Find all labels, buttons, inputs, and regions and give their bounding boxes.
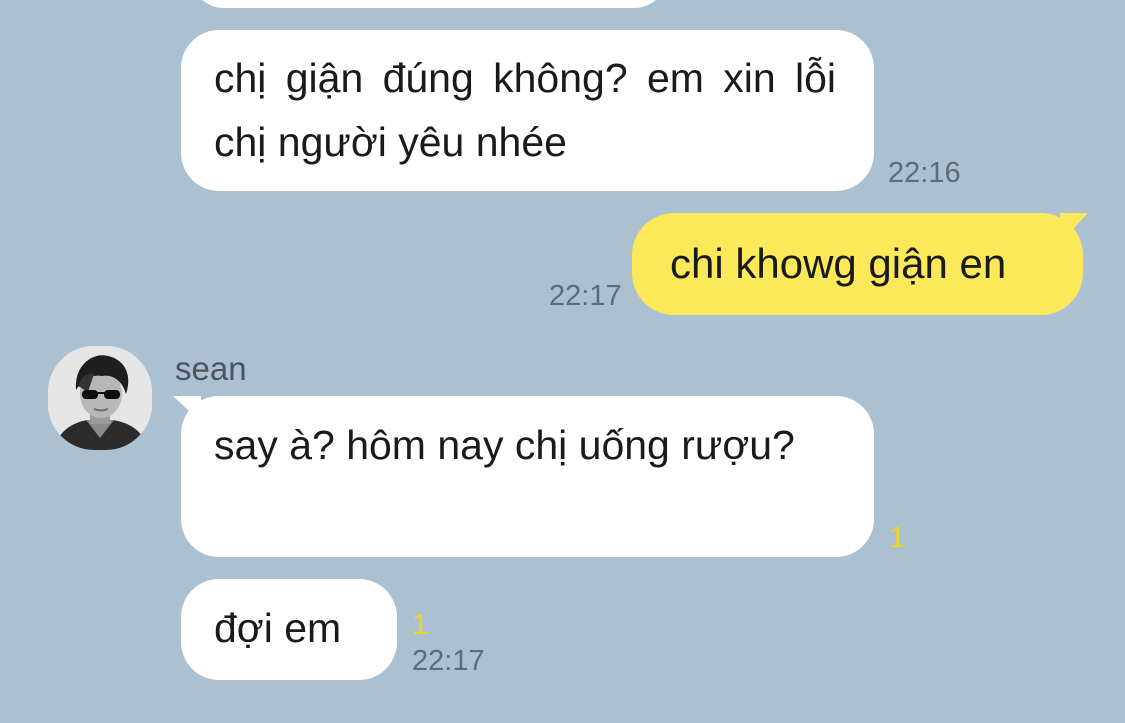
message-text: chị giận đúng không? em xin lỗi chị ngườ… bbox=[214, 55, 836, 165]
unread-count-badge: 1 bbox=[412, 609, 429, 641]
message-bubble-incoming[interactable]: say à? hôm nay chị uống rượu? bbox=[181, 396, 874, 557]
avatar-photo-icon bbox=[48, 346, 152, 450]
unread-count-badge: 1 bbox=[889, 522, 906, 554]
sender-avatar[interactable] bbox=[48, 346, 152, 450]
message-text: đợi em bbox=[214, 605, 342, 651]
sender-name[interactable]: sean bbox=[175, 350, 247, 388]
message-text: say à? hôm nay chị uống rượu? bbox=[214, 422, 795, 468]
message-timestamp: 22:16 bbox=[888, 157, 961, 189]
message-bubble-outgoing[interactable]: chi khowg giận en bbox=[632, 213, 1083, 315]
message-bubble-previous[interactable] bbox=[190, 0, 668, 8]
message-text: chi khowg giận en bbox=[670, 240, 1007, 287]
message-bubble-incoming[interactable]: đợi em bbox=[181, 579, 397, 680]
message-timestamp: 22:17 bbox=[412, 645, 485, 677]
message-bubble-incoming[interactable]: chị giận đúng không? em xin lỗi chị ngườ… bbox=[181, 30, 874, 191]
message-timestamp: 22:17 bbox=[549, 280, 622, 312]
